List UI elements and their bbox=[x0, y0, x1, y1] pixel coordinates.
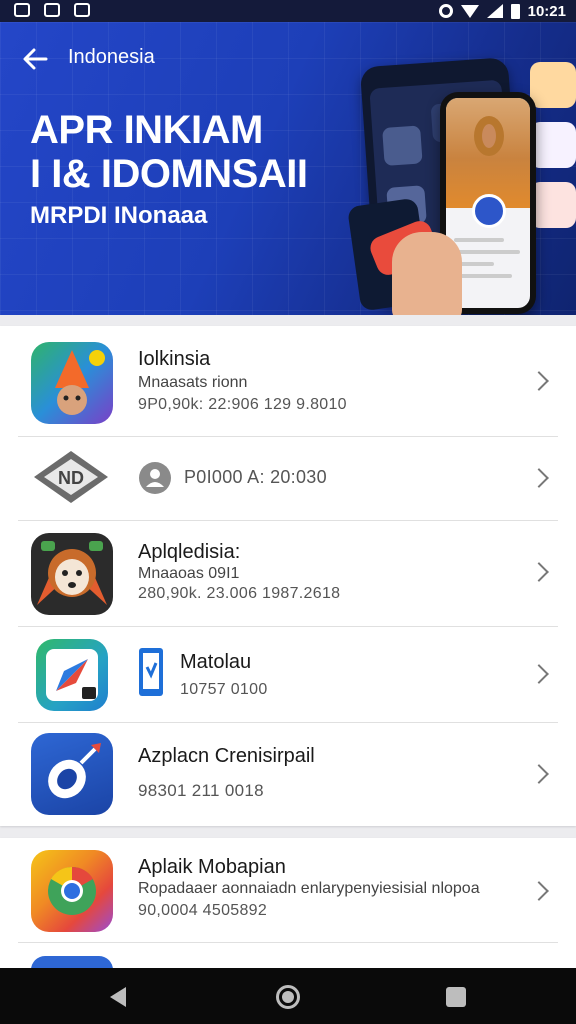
app-meta: 90,0004 4505892 bbox=[138, 902, 268, 919]
chevron-right-icon bbox=[529, 881, 549, 901]
chevron-right-icon bbox=[529, 764, 549, 784]
system-icons: 10:21 bbox=[438, 0, 566, 22]
list-item[interactable]: Aplaik Mobapian Ropadaaer aonnaiadn enla… bbox=[0, 838, 576, 942]
app-badge-icon bbox=[472, 194, 506, 228]
clock: 10:21 bbox=[527, 2, 566, 20]
hand-illustration bbox=[392, 232, 462, 315]
wifi-icon bbox=[460, 4, 479, 18]
hero-headline-line1: APR INKIAM bbox=[30, 108, 263, 152]
notification-icons bbox=[14, 3, 90, 17]
hat-character-app-icon bbox=[31, 342, 113, 424]
app-subtitle: Mnaasats rionn bbox=[138, 374, 248, 391]
list-item[interactable]: Azplacn Crenisirpail 98301 211 0018 bbox=[0, 723, 576, 826]
diamond-logo-app-icon: ND bbox=[34, 451, 108, 503]
app-title: Matolau bbox=[180, 651, 252, 673]
divider bbox=[18, 942, 558, 943]
app-list-card: Iolkinsia Mnaasats rionn 9P0,90k: 22:906… bbox=[0, 326, 576, 826]
app-title: Aplaik Mobapian bbox=[138, 856, 286, 878]
app-title: Iolkinsia bbox=[138, 348, 211, 370]
user-icon bbox=[139, 462, 171, 494]
list-item[interactable]: Matolau 10757 0100 bbox=[0, 627, 576, 722]
app-notification-icon bbox=[74, 3, 90, 17]
hero-headline-line2: I I& IDOMNSAII bbox=[30, 152, 308, 196]
status-bar: 10:21 bbox=[0, 0, 576, 22]
list-item[interactable]: Iolkinsia Mnaasats rionn 9P0,90k: 22:906… bbox=[0, 326, 576, 436]
list-item[interactable]: Aplqledisia: Mnaaoas 09I1 280,90k. 23.00… bbox=[0, 521, 576, 626]
message-icon bbox=[14, 3, 30, 17]
signal-icon bbox=[486, 4, 503, 18]
app-tiles-illustration bbox=[530, 62, 576, 242]
app-title: Azplacn Crenisirpail bbox=[138, 745, 315, 767]
back-icon[interactable] bbox=[110, 987, 126, 1007]
recents-icon[interactable] bbox=[446, 987, 466, 1007]
chrome-app-icon bbox=[31, 850, 113, 932]
battery-icon bbox=[510, 3, 520, 19]
compass-app-icon bbox=[36, 639, 108, 711]
app-list-card-secondary: Aplaik Mobapian Ropadaaer aonnaiadn enla… bbox=[0, 838, 576, 970]
home-icon[interactable] bbox=[276, 985, 300, 1009]
chevron-right-icon bbox=[529, 371, 549, 391]
app-meta: 10757 0100 bbox=[180, 681, 268, 698]
hero-banner: Indonesia APR INKIAM I I& IDOMNSAII MRPD… bbox=[0, 22, 576, 315]
chevron-right-icon bbox=[529, 468, 549, 488]
app-meta: 280,90k. 23.006 1987.2618 bbox=[138, 585, 341, 602]
phone-app-icon bbox=[139, 648, 163, 696]
app-subtitle: Mnaaoas 09I1 bbox=[138, 565, 240, 582]
hero-subheadline: MRPDI INonaaa bbox=[30, 202, 208, 229]
record-icon bbox=[438, 4, 453, 18]
chevron-right-icon bbox=[529, 664, 549, 684]
system-navigation-bar bbox=[0, 968, 576, 1024]
mail-icon bbox=[44, 3, 60, 17]
app-subtitle: Ropadaaer aonnaiadn enlarypenyiesisial n… bbox=[138, 880, 480, 897]
person-illustration bbox=[474, 116, 504, 156]
chevron-right-icon bbox=[529, 562, 549, 582]
app-title: Aplqledisia: bbox=[138, 541, 241, 563]
back-arrow-icon[interactable] bbox=[20, 44, 50, 74]
app-meta: 98301 211 0018 bbox=[138, 781, 264, 800]
page-title: Indonesia bbox=[68, 46, 155, 68]
app-meta: P0I000 A: 20:030 bbox=[184, 467, 327, 487]
svg-text:ND: ND bbox=[58, 468, 84, 488]
list-item[interactable]: ND P0I000 A: 20:030 bbox=[0, 437, 576, 520]
app-meta: 9P0,90k: 22:906 129 9.8010 bbox=[138, 396, 347, 413]
rocket-app-icon bbox=[31, 733, 113, 815]
monkey-face-app-icon bbox=[31, 533, 113, 615]
